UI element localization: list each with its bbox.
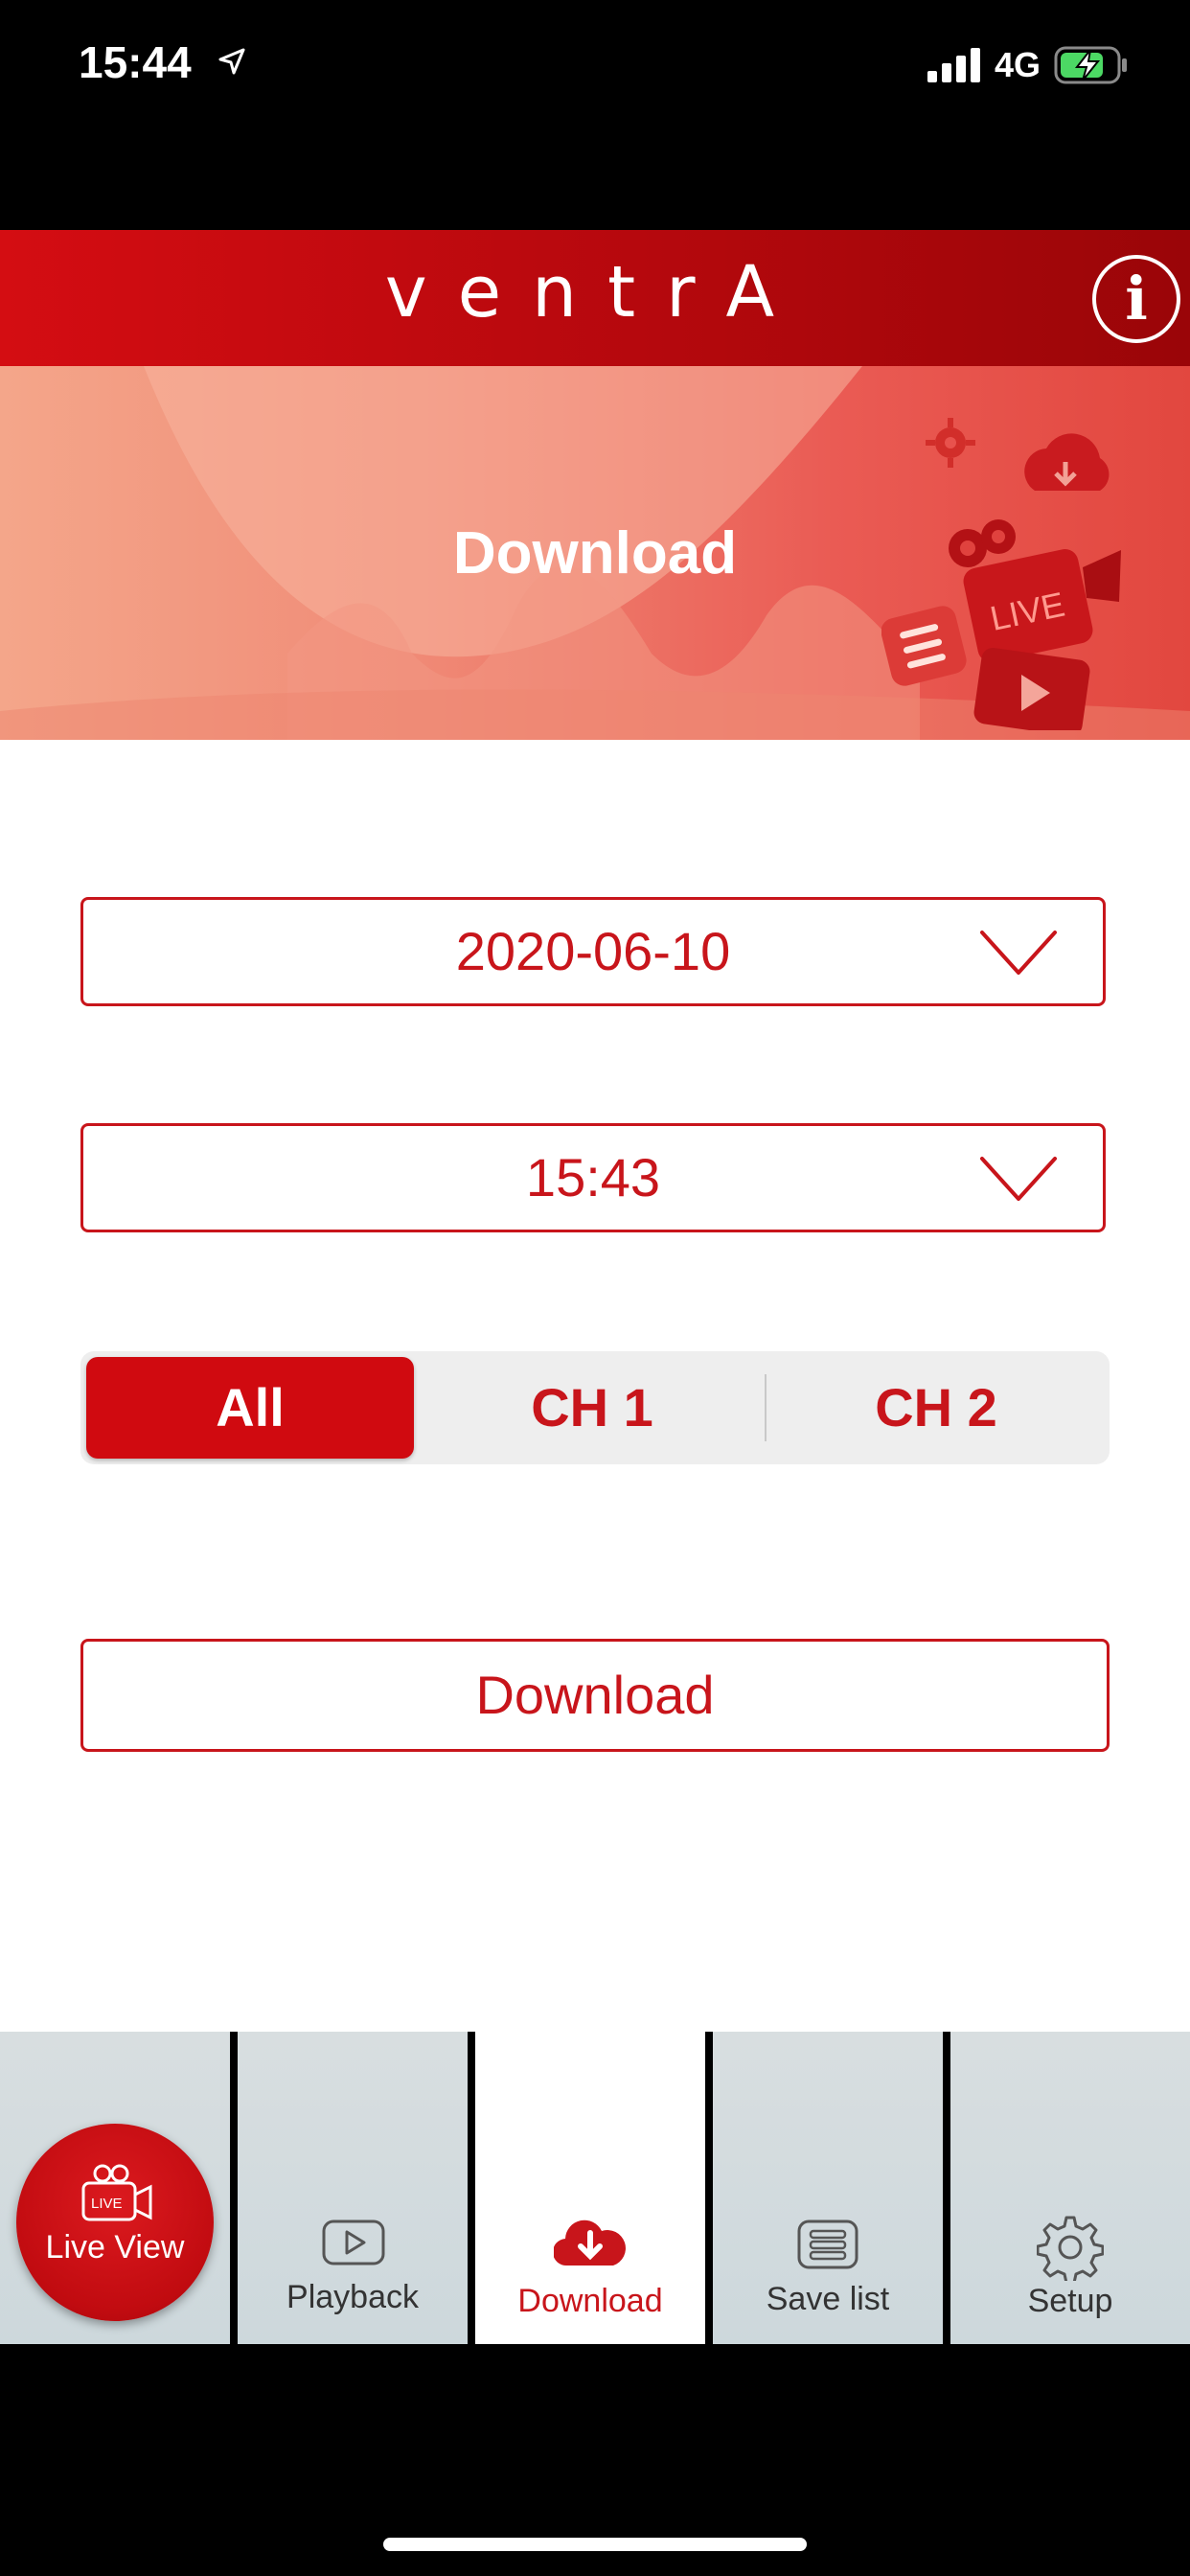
tab-playback[interactable]: Playback [238, 2032, 468, 2344]
channel-segment-all[interactable]: All [86, 1357, 414, 1459]
battery-charging-icon [1054, 46, 1127, 84]
channel-segmented-control: All CH 1 CH 2 [80, 1351, 1110, 1464]
live-view-button[interactable]: LIVE Live View [16, 2124, 214, 2321]
chevron-down-icon [980, 1157, 1057, 1201]
chevron-down-icon [980, 931, 1057, 975]
network-type: 4G [994, 45, 1041, 84]
app-header: ventrA i [0, 230, 1190, 366]
tab-label-playback: Playback [286, 2279, 419, 2315]
tab-label-save-list: Save list [766, 2281, 890, 2317]
cloud-download-icon [554, 2220, 626, 2266]
live-camera-illustration: LIVE [881, 418, 1121, 730]
tab-live-view[interactable]: LIVE Live View [0, 2032, 230, 2344]
time-picker[interactable]: 15:43 [80, 1123, 1106, 1232]
channel-segment-ch2[interactable]: CH 2 [768, 1357, 1104, 1459]
list-icon [797, 2220, 858, 2269]
download-form: 2020-06-10 15:43 All CH 1 CH 2 Download [0, 740, 1190, 2032]
home-indicator[interactable] [383, 2538, 807, 2551]
time-value: 15:43 [525, 1147, 661, 1208]
tab-download[interactable]: Download [475, 2032, 705, 2344]
signal-icon [927, 48, 980, 82]
page-banner: Download LIVE [0, 366, 1190, 740]
tab-label-download: Download [517, 2283, 663, 2319]
tab-setup[interactable]: Setup [950, 2032, 1190, 2344]
download-button[interactable]: Download [80, 1639, 1110, 1752]
info-button[interactable]: i [1092, 255, 1180, 343]
segment-divider [765, 1374, 767, 1441]
date-value: 2020-06-10 [455, 921, 731, 981]
status-bar: 15:44 4G [0, 0, 1190, 134]
location-arrow-icon [218, 48, 245, 75]
gear-icon [1037, 2216, 1104, 2281]
tab-label-live-view: Live View [45, 2229, 185, 2266]
play-icon [322, 2220, 385, 2266]
brand-logo: ventrA [384, 251, 806, 334]
date-picker[interactable]: 2020-06-10 [80, 897, 1106, 1006]
tab-bar: LIVE Live View Playback Download Save li… [0, 2032, 1190, 2344]
tab-save-list[interactable]: Save list [713, 2032, 943, 2344]
live-icon-badge: LIVE [91, 2196, 123, 2212]
live-camera-icon: LIVE [81, 2164, 152, 2221]
channel-segment-ch1[interactable]: CH 1 [422, 1357, 763, 1459]
tab-label-setup: Setup [1027, 2283, 1113, 2319]
status-time: 15:44 [79, 37, 192, 87]
